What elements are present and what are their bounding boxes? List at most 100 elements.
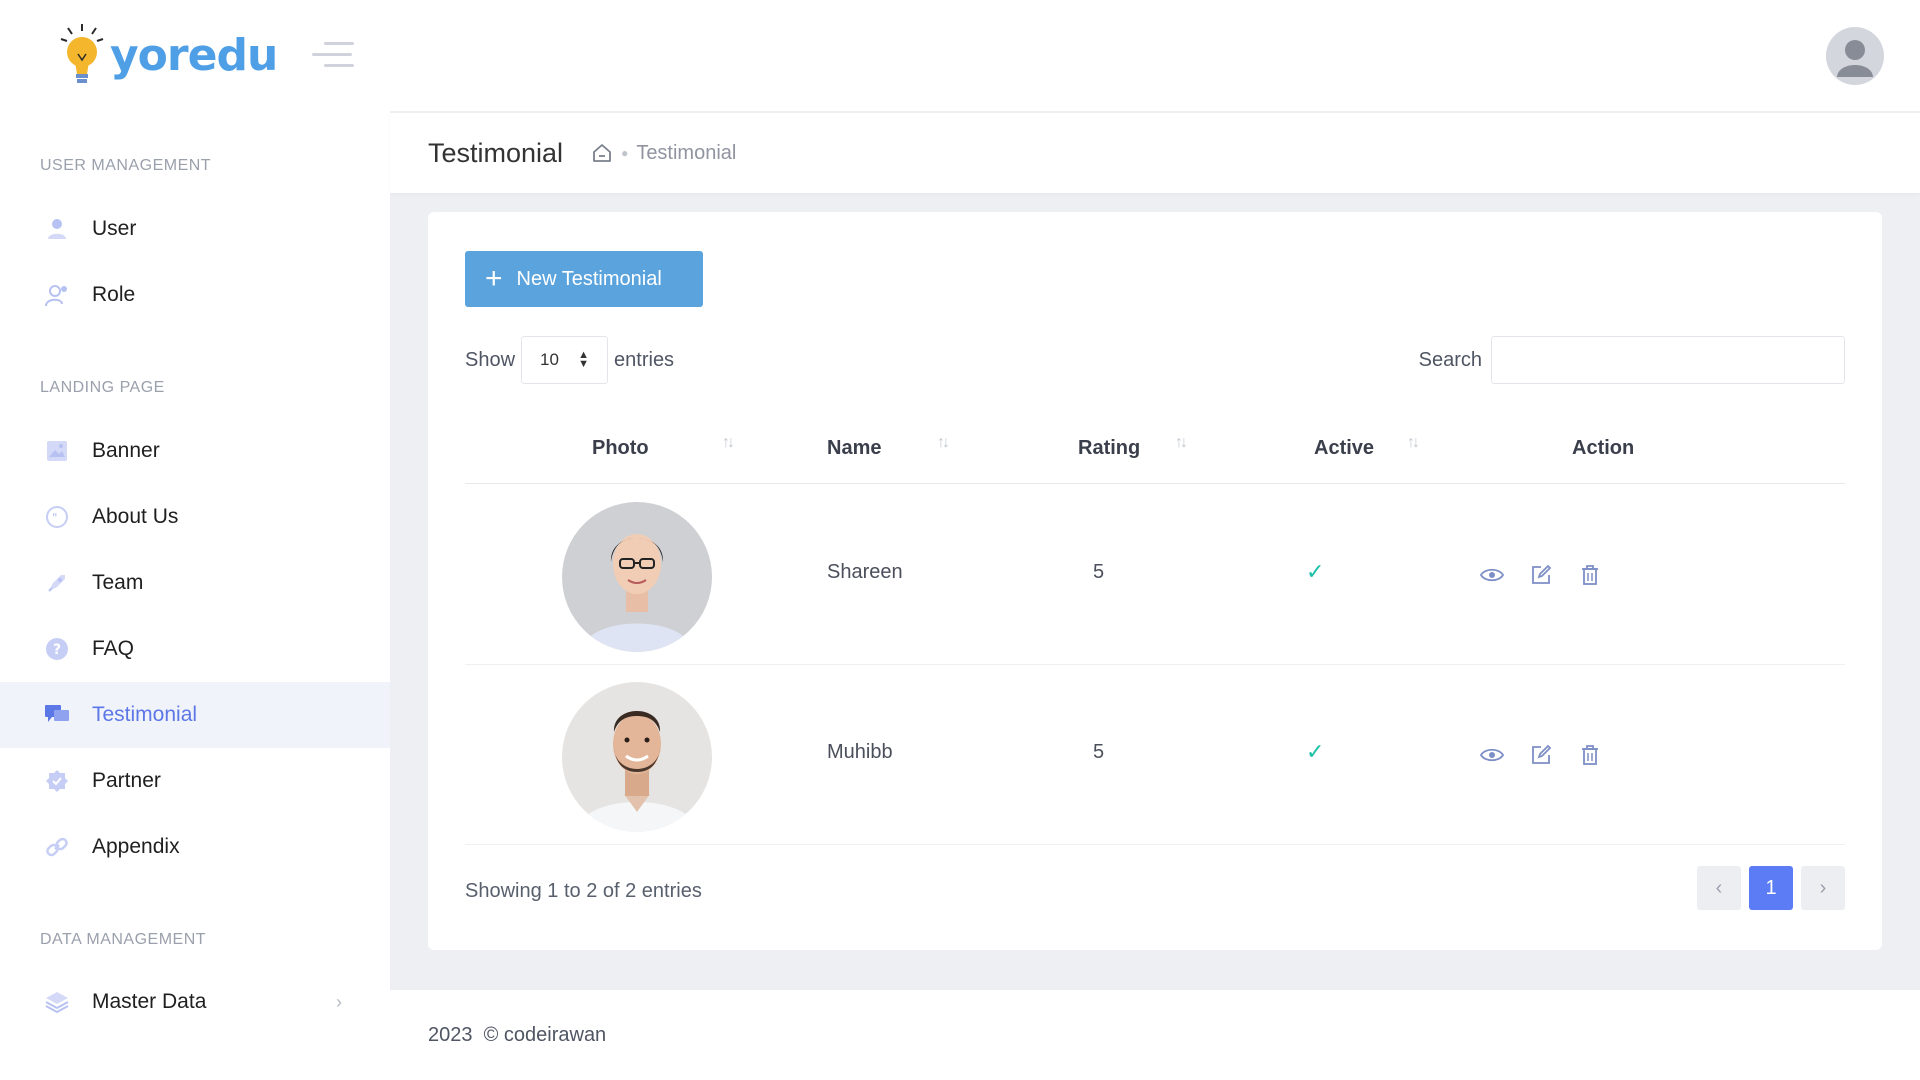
sidebar-item-label: User [92,217,137,240]
svg-text:": " [52,511,58,525]
row-name: Muhibb [827,741,893,763]
sidebar: yoredu USER MANAGEMENT User Role LANDING… [0,0,390,1080]
section-title-data-management: DATA MANAGEMENT [40,931,207,948]
hamburger-line [324,64,354,67]
sidebar-item-user[interactable]: User [0,196,390,262]
new-testimonial-button[interactable]: + New Testimonial [465,251,703,307]
breadcrumb-current: Testimonial [636,141,737,164]
sidebar-item-label: Appendix [92,835,180,858]
sidebar-item-faq[interactable]: ? FAQ [0,616,390,682]
sidebar-item-label: FAQ [92,637,135,660]
about-icon: " [44,504,70,530]
sort-icon[interactable]: ↑↓ [722,434,735,452]
edit-button[interactable] [1527,561,1555,589]
sidebar-item-about-us[interactable]: " About Us [0,484,390,550]
lightbulb-icon [60,24,104,83]
sidebar-item-testimonial[interactable]: Testimonial [0,682,390,748]
row-rating: 5 [1093,741,1105,763]
table-row: Muhibb 5 ✓ [465,665,1845,845]
page-size-value: 10 [540,350,559,369]
footer-copyright: 2023 © codeirawan [428,1023,607,1046]
role-icon [44,282,70,308]
avatar[interactable] [1826,27,1884,85]
user-avatar-icon [1837,40,1873,77]
menu-toggle-button[interactable] [312,42,354,75]
sidebar-item-role[interactable]: Role [0,262,390,328]
pagination-info: Showing 1 to 2 of 2 entries [465,880,702,902]
badge-icon [44,768,70,794]
view-button[interactable] [1478,561,1506,589]
sort-icon[interactable]: ↑↓ [1407,434,1420,452]
active-check-icon: ✓ [1306,559,1325,584]
topbar [390,0,1920,112]
active-check-icon: ✓ [1306,739,1325,764]
plus-icon: + [485,262,503,295]
search-control: Search [1419,336,1845,384]
sidebar-item-appendix[interactable]: Appendix [0,814,390,880]
sidebar-item-label: Partner [92,769,161,792]
table-header: Photo ↑↓ Name ↑↓ Rating ↑↓ Active ↑↓ Act… [465,412,1845,484]
column-header-photo[interactable]: Photo [592,412,649,484]
column-header-active[interactable]: Active [1314,412,1374,484]
next-page-button[interactable]: › [1801,866,1845,910]
testimonial-photo [562,502,712,652]
sidebar-item-label: About Us [92,505,179,528]
testimonial-photo [562,682,712,832]
row-name: Shareen [827,561,903,583]
select-arrows-icon: ▲ ▼ [578,349,590,370]
breadcrumb: Testimonial ● Testimonial [390,113,1920,193]
row-rating: 5 [1093,561,1105,583]
brand-name: yoredu [110,29,278,81]
link-icon [44,834,70,860]
search-input[interactable] [1491,336,1845,384]
edit-icon [1532,744,1552,764]
column-header-action: Action [1572,436,1635,459]
edit-icon [1532,564,1552,584]
sidebar-item-label: Team [92,571,144,594]
sidebar-item-partner[interactable]: Partner [0,748,390,814]
eye-icon [1480,748,1504,762]
footer: 2023 © codeirawan [390,990,1920,1080]
hamburger-line [324,42,354,45]
sort-icon[interactable]: ↑↓ [1175,434,1188,452]
entries-label: entries [614,348,675,371]
edit-button[interactable] [1527,741,1555,769]
hamburger-line [312,53,352,56]
trash-icon [1582,565,1598,585]
eye-icon [1480,568,1504,582]
column-header-name[interactable]: Name [827,412,881,484]
sidebar-item-label: Testimonial [92,703,198,726]
section-title-landing-page: LANDING PAGE [40,379,165,396]
sidebar-item-team[interactable]: Team [0,550,390,616]
column-header-rating[interactable]: Rating [1078,412,1140,484]
question-icon: ? [44,636,70,662]
table-row: Shareen 5 ✓ [465,485,1845,665]
page-size-select[interactable]: 10 ▲ ▼ [521,336,609,384]
chat-icon [44,702,70,728]
delete-button[interactable] [1576,561,1604,589]
home-icon[interactable] [591,142,613,164]
page-button-current[interactable]: 1 [1749,866,1793,910]
svg-text:?: ? [53,642,61,658]
sidebar-item-label: Banner [92,439,160,462]
rocket-icon [44,570,70,596]
layers-icon [44,989,70,1015]
new-testimonial-label: New Testimonial [516,267,662,290]
sidebar-item-label: Master Data [92,990,207,1013]
page-size-control: Show 10 ▲ ▼ entries [465,336,674,384]
sidebar-item-banner[interactable]: Banner [0,418,390,484]
brand-logo[interactable]: yoredu [60,22,278,88]
search-label: Search [1418,348,1482,371]
show-label: Show [465,348,516,371]
delete-button[interactable] [1576,741,1604,769]
trash-icon [1582,745,1598,765]
user-icon [44,216,70,242]
prev-page-button[interactable]: ‹ [1697,866,1741,910]
breadcrumb-separator: ● [621,146,629,160]
chevron-right-icon: › [336,991,342,1012]
section-title-user-management: USER MANAGEMENT [40,157,212,174]
pagination: ‹ 1 › [1697,866,1845,910]
sidebar-item-master-data[interactable]: Master Data › [0,969,390,1035]
sort-icon[interactable]: ↑↓ [937,434,950,452]
view-button[interactable] [1478,741,1506,769]
